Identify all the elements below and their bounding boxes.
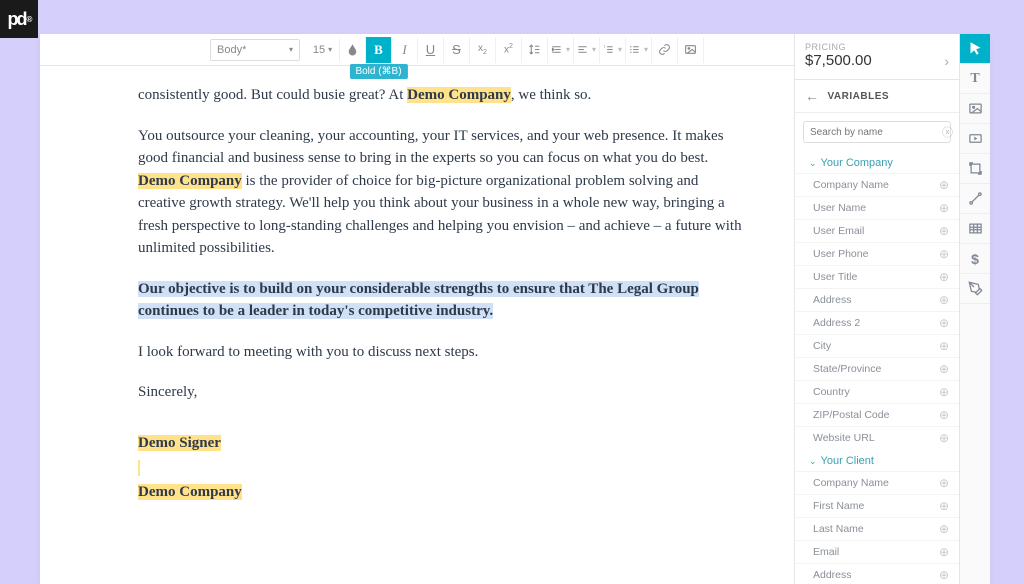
variable-item[interactable]: User Email⊕ bbox=[795, 219, 959, 242]
add-icon[interactable]: ⊕ bbox=[939, 293, 949, 307]
app-window: Body*▾ 15▾ B Bold (⌘B) I U S x2 x2 bbox=[40, 34, 990, 584]
unordered-list-button[interactable] bbox=[626, 37, 652, 63]
pen-tool-button[interactable] bbox=[960, 274, 990, 304]
pricing-label: PRICING bbox=[805, 42, 872, 52]
video-tool-button[interactable] bbox=[960, 124, 990, 154]
variable-item[interactable]: City⊕ bbox=[795, 334, 959, 357]
ordered-list-button[interactable]: 1 bbox=[600, 37, 626, 63]
subscript-button[interactable]: x2 bbox=[470, 37, 496, 63]
font-size-dropdown[interactable]: 15▾ bbox=[306, 39, 340, 61]
variable-list[interactable]: ⌄ Your CompanyCompany Name⊕User Name⊕Use… bbox=[795, 151, 959, 584]
signer-variable[interactable]: Demo Signer bbox=[138, 435, 221, 451]
app-logo: pd® bbox=[0, 0, 38, 38]
underline-button[interactable]: U bbox=[418, 37, 444, 63]
company-variable[interactable]: Demo Company bbox=[138, 484, 242, 500]
search-input[interactable] bbox=[810, 127, 942, 138]
variable-item[interactable]: ZIP/Postal Code⊕ bbox=[795, 403, 959, 426]
svg-text:1: 1 bbox=[604, 45, 606, 49]
pricing-amount: $7,500.00 bbox=[805, 52, 872, 69]
variables-header[interactable]: ← VARIABLES bbox=[795, 80, 959, 113]
superscript-button[interactable]: x2 bbox=[496, 37, 522, 63]
pricing-row[interactable]: PRICING $7,500.00 › bbox=[795, 34, 959, 80]
text-tool-button[interactable]: T bbox=[960, 64, 990, 94]
resize-tool-button[interactable] bbox=[960, 154, 990, 184]
add-icon[interactable]: ⊕ bbox=[939, 476, 949, 490]
link-button[interactable] bbox=[652, 37, 678, 63]
tools-rail: T$ bbox=[960, 34, 990, 584]
editor-pane: Body*▾ 15▾ B Bold (⌘B) I U S x2 x2 bbox=[40, 34, 795, 584]
add-icon[interactable]: ⊕ bbox=[939, 339, 949, 353]
variable-item[interactable]: Address 2⊕ bbox=[795, 311, 959, 334]
italic-button[interactable]: I bbox=[392, 37, 418, 63]
add-icon[interactable]: ⊕ bbox=[939, 568, 949, 582]
closing[interactable]: Sincerely, bbox=[138, 381, 744, 404]
variable-item[interactable]: Address⊕ bbox=[795, 288, 959, 311]
chevron-down-icon: ⌄ bbox=[809, 456, 817, 467]
dollar-tool-button[interactable]: $ bbox=[960, 244, 990, 274]
variable-item[interactable]: State/Province⊕ bbox=[795, 357, 959, 380]
variable-item[interactable]: Country⊕ bbox=[795, 380, 959, 403]
add-icon[interactable]: ⊕ bbox=[939, 224, 949, 238]
align-button[interactable] bbox=[574, 37, 600, 63]
clear-icon[interactable]: ⓧ bbox=[942, 124, 953, 140]
add-icon[interactable]: ⊕ bbox=[939, 408, 949, 422]
variable-item[interactable]: User Name⊕ bbox=[795, 196, 959, 219]
bold-button[interactable]: B Bold (⌘B) bbox=[366, 37, 392, 63]
variable-item[interactable]: Last Name⊕ bbox=[795, 517, 959, 540]
variable-item[interactable]: Website URL⊕ bbox=[795, 426, 959, 449]
paragraph-selected[interactable]: Our objective is to build on your consid… bbox=[138, 278, 744, 323]
variable-item[interactable]: First Name⊕ bbox=[795, 494, 959, 517]
add-icon[interactable]: ⊕ bbox=[939, 545, 949, 559]
line-tool-button[interactable] bbox=[960, 184, 990, 214]
variable-item[interactable]: User Title⊕ bbox=[795, 265, 959, 288]
insert-image-button[interactable] bbox=[678, 37, 704, 63]
add-icon[interactable]: ⊕ bbox=[939, 431, 949, 445]
add-icon[interactable]: ⊕ bbox=[939, 201, 949, 215]
chevron-right-icon: › bbox=[944, 53, 949, 69]
variable-search[interactable]: ⓧ bbox=[803, 121, 951, 143]
indent-button[interactable] bbox=[548, 37, 574, 63]
document-body[interactable]: consistently good. But could busie great… bbox=[40, 66, 794, 584]
line-height-button[interactable] bbox=[522, 37, 548, 63]
variable-group-header[interactable]: ⌄ Your Company bbox=[795, 151, 959, 173]
variable-item[interactable]: Email⊕ bbox=[795, 540, 959, 563]
variable-item[interactable]: Company Name⊕ bbox=[795, 173, 959, 196]
strikethrough-button[interactable]: S bbox=[444, 37, 470, 63]
image-tool-button[interactable] bbox=[960, 94, 990, 124]
bold-tooltip: Bold (⌘B) bbox=[349, 64, 407, 79]
add-icon[interactable]: ⊕ bbox=[939, 178, 949, 192]
variable-item[interactable]: Address⊕ bbox=[795, 563, 959, 584]
text-toolbar: Body*▾ 15▾ B Bold (⌘B) I U S x2 x2 bbox=[40, 34, 794, 66]
paragraph[interactable]: I look forward to meeting with you to di… bbox=[138, 341, 744, 364]
add-icon[interactable]: ⊕ bbox=[939, 362, 949, 376]
paragraph-style-dropdown[interactable]: Body*▾ bbox=[210, 39, 300, 61]
font-color-button[interactable] bbox=[340, 37, 366, 63]
add-icon[interactable]: ⊕ bbox=[939, 522, 949, 536]
paragraph[interactable]: You outsource your cleaning, your accoun… bbox=[138, 125, 744, 260]
add-icon[interactable]: ⊕ bbox=[939, 270, 949, 284]
variable-group-header[interactable]: ⌄ Your Client bbox=[795, 449, 959, 471]
cursor bbox=[138, 460, 140, 476]
add-icon[interactable]: ⊕ bbox=[939, 499, 949, 513]
paragraph[interactable]: consistently good. But could busie great… bbox=[138, 84, 744, 107]
add-icon[interactable]: ⊕ bbox=[939, 247, 949, 261]
variable-item[interactable]: Company Name⊕ bbox=[795, 471, 959, 494]
back-arrow-icon[interactable]: ← bbox=[805, 88, 820, 104]
cursor-tool-button[interactable] bbox=[960, 34, 990, 64]
add-icon[interactable]: ⊕ bbox=[939, 316, 949, 330]
add-icon[interactable]: ⊕ bbox=[939, 385, 949, 399]
sidebar: PRICING $7,500.00 › ← VARIABLES ⓧ ⌄ Your… bbox=[795, 34, 960, 584]
table-tool-button[interactable] bbox=[960, 214, 990, 244]
variable-item[interactable]: User Phone⊕ bbox=[795, 242, 959, 265]
chevron-down-icon: ⌄ bbox=[809, 158, 817, 169]
